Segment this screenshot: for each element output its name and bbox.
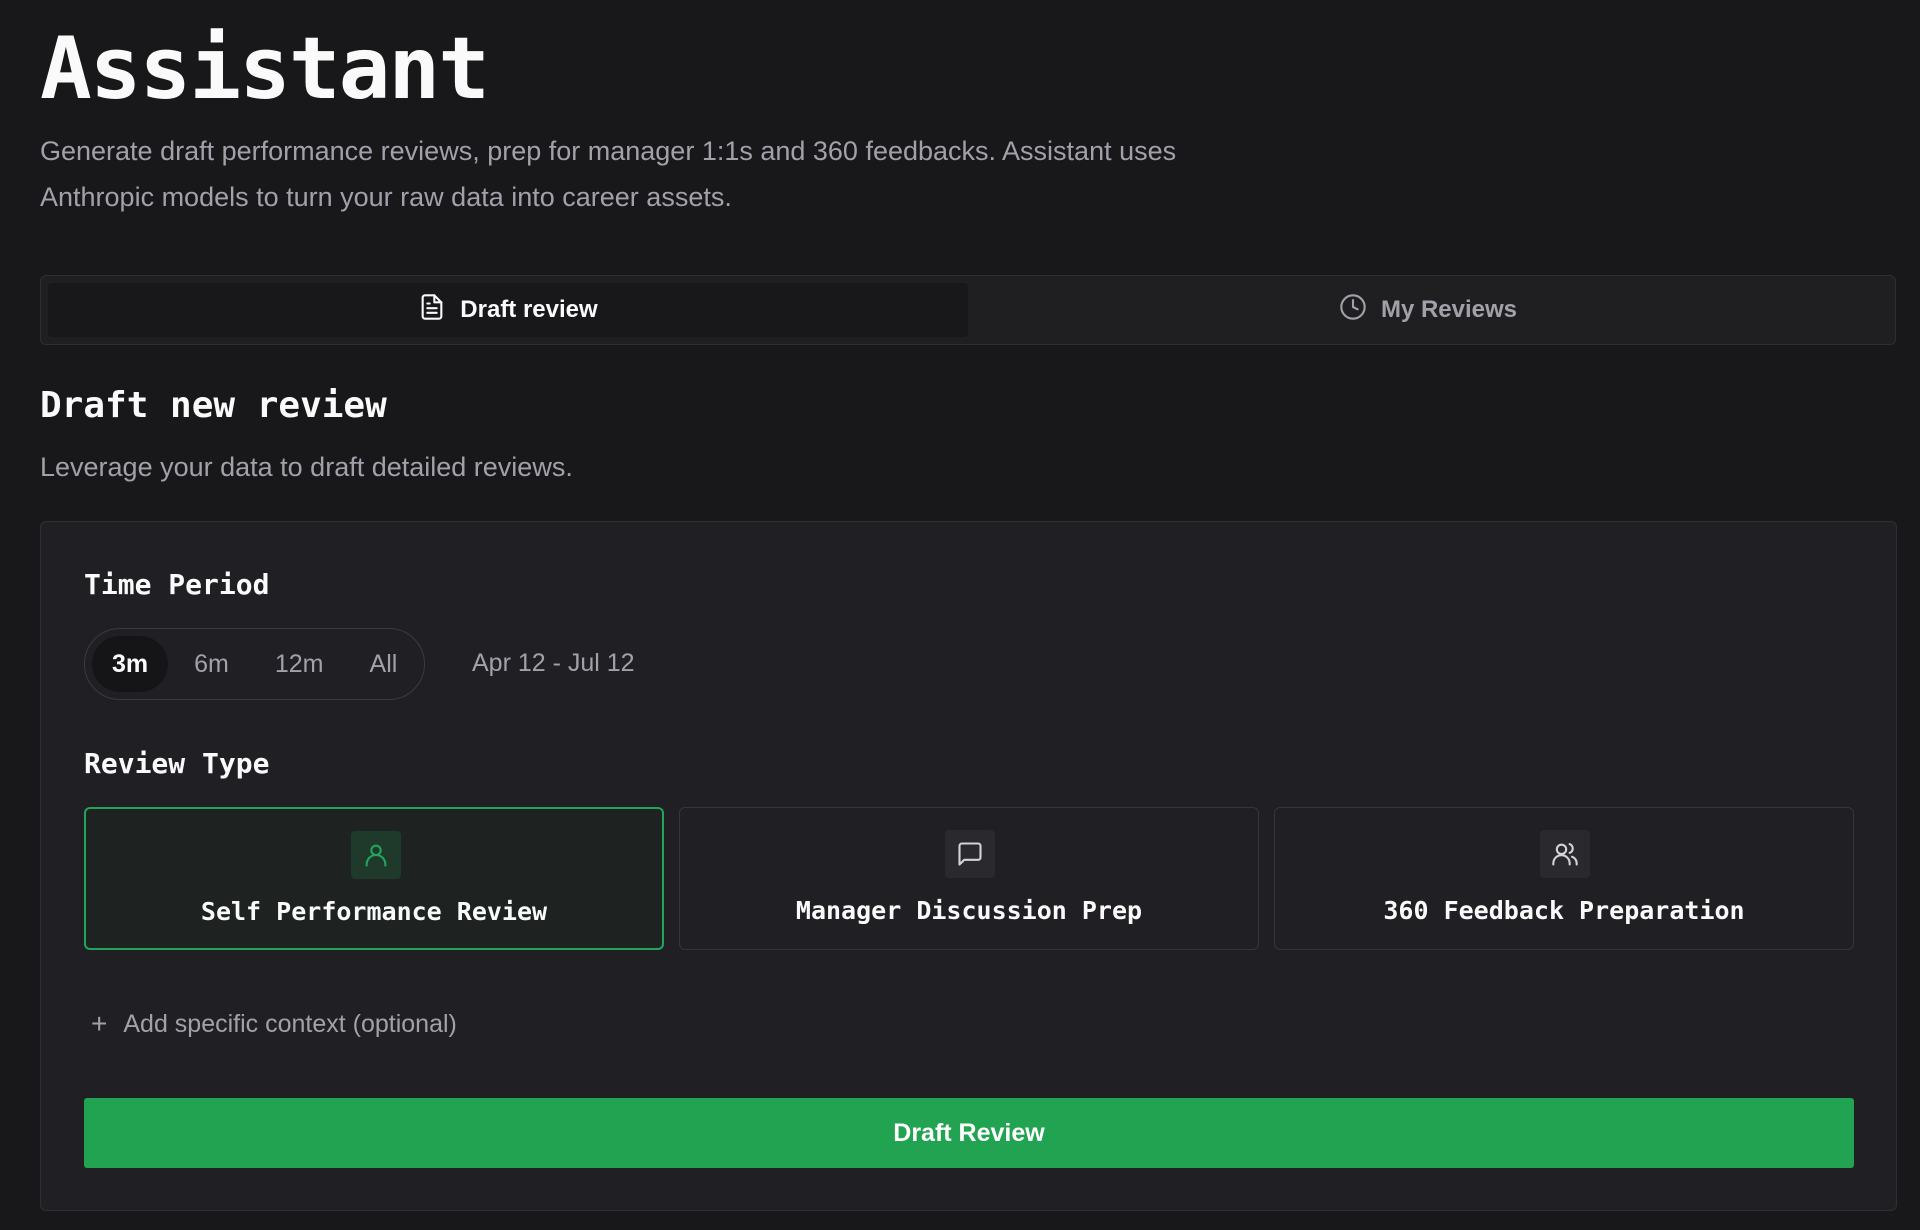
add-context-label: Add specific context (optional)	[123, 1009, 457, 1038]
period-option-6m[interactable]: 6m	[174, 636, 249, 692]
tab-bar: Draft review My Reviews	[40, 275, 1896, 345]
clock-icon	[1339, 293, 1367, 328]
tab-draft-review[interactable]: Draft review	[48, 283, 968, 337]
review-type-360-feedback[interactable]: 360 Feedback Preparation	[1274, 807, 1854, 950]
time-period-label: Time Period	[84, 568, 270, 601]
tab-my-reviews[interactable]: My Reviews	[968, 283, 1888, 337]
review-type-label-text: 360 Feedback Preparation	[1383, 896, 1745, 925]
message-square-icon	[945, 830, 995, 878]
review-type-label-text: Self Performance Review	[200, 897, 548, 926]
page-title: Assistant	[40, 19, 490, 119]
time-period-selector: 3m 6m 12m All	[84, 628, 426, 700]
period-option-all[interactable]: All	[350, 636, 418, 692]
section-subtitle: Leverage your data to draft detailed rev…	[40, 452, 573, 482]
review-type-label-text: Manager Discussion Prep	[795, 896, 1143, 925]
document-icon	[418, 293, 446, 328]
plus-icon: +	[91, 1008, 108, 1039]
period-option-12m[interactable]: 12m	[255, 636, 344, 692]
users-icon	[1540, 830, 1590, 878]
draft-review-button[interactable]: Draft Review	[84, 1098, 1854, 1168]
review-type-self-performance[interactable]: Self Performance Review	[84, 807, 664, 950]
section-title: Draft new review	[40, 385, 387, 426]
page-subtitle: Generate draft performance reviews, prep…	[40, 136, 1177, 212]
period-option-3m[interactable]: 3m	[92, 636, 169, 692]
review-type-label: Review Type	[84, 747, 270, 780]
user-icon	[351, 831, 401, 879]
tab-label: My Reviews	[1380, 296, 1518, 323]
add-context-button[interactable]: + Add specific context (optional)	[91, 1008, 457, 1040]
tab-label: Draft review	[460, 296, 598, 323]
review-type-manager-discussion[interactable]: Manager Discussion Prep	[679, 807, 1259, 950]
date-range: Apr 12 - Jul 12	[472, 649, 635, 677]
draft-review-card: Time Period 3m 6m 12m All Apr 12 - Jul 1…	[40, 521, 1897, 1211]
